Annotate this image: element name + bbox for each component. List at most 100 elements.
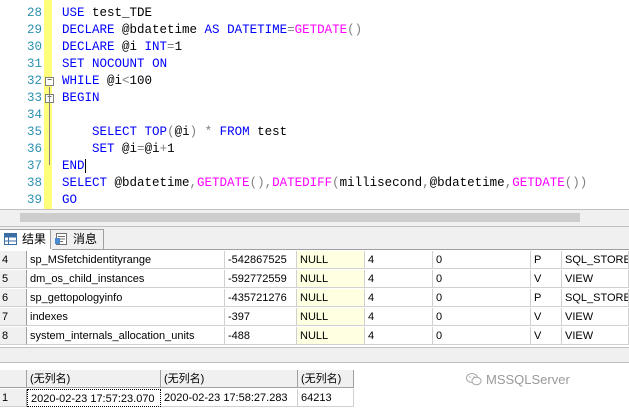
tab-results[interactable]: 结果	[0, 229, 54, 250]
code-line[interactable]: 39 GO	[0, 192, 629, 209]
object-id-cell[interactable]: -542867525	[225, 251, 297, 269]
column-header[interactable]: (无列名)	[27, 370, 161, 388]
code-text: DECLARE @i INT=1	[62, 40, 183, 54]
tab-messages-label: 消息	[73, 232, 98, 246]
line-number: 29	[26, 23, 42, 37]
line-number: 34	[26, 108, 42, 122]
object-id-cell[interactable]: -435721276	[225, 289, 297, 307]
code-line[interactable]: 34	[0, 107, 629, 124]
code-line[interactable]: 32− WHILE @i<100	[0, 73, 629, 90]
type-desc-cell[interactable]: SQL_STORE	[562, 251, 629, 269]
line-number: 35	[26, 125, 42, 139]
code-text: END	[62, 158, 86, 173]
code-line[interactable]: 33−BEGIN	[0, 90, 629, 107]
duration-cell[interactable]: 64213	[298, 389, 354, 407]
line-number: 33	[26, 91, 42, 105]
message-icon	[55, 233, 67, 245]
row-header[interactable]: 4	[0, 251, 27, 269]
type-cell[interactable]: V	[531, 270, 562, 288]
column-header[interactable]: (无列名)	[298, 370, 354, 388]
value-cell[interactable]: 0	[433, 270, 531, 288]
type-desc-cell[interactable]: VIEW	[562, 327, 629, 345]
value-cell[interactable]: 4	[365, 308, 433, 326]
code-line[interactable]: 35 SELECT TOP(@i) * FROM test	[0, 124, 629, 141]
row-header[interactable]: 6	[0, 289, 27, 307]
type-desc-cell[interactable]: VIEW	[562, 308, 629, 326]
table-row[interactable]: 7 indexes -397 NULL 4 0 V VIEW	[0, 308, 629, 327]
type-cell[interactable]: P	[531, 251, 562, 269]
row-header[interactable]: 1	[0, 389, 27, 407]
fold-toggle-icon[interactable]: −	[45, 77, 54, 86]
line-number: 38	[26, 176, 42, 190]
datetime-cell[interactable]: 2020-02-23 17:58:27.283	[161, 389, 298, 407]
value-cell[interactable]: 4	[365, 251, 433, 269]
value-cell[interactable]: 4	[365, 327, 433, 345]
name-cell[interactable]: system_internals_allocation_units	[27, 327, 225, 345]
grid-icon	[4, 233, 17, 245]
line-number: 31	[26, 57, 42, 71]
table-row[interactable]: 6 sp_gettopologyinfo -435721276 NULL 4 0 P SQL_…	[0, 289, 629, 308]
name-cell[interactable]: sp_MSfetchidentityrange	[27, 251, 225, 269]
code-text: USE test_TDE	[62, 6, 153, 20]
code-text: SET @i=@i+1	[92, 142, 175, 156]
corner-header[interactable]	[0, 370, 27, 388]
name-cell[interactable]: sp_gettopologyinfo	[27, 289, 225, 307]
fold-guide-line	[49, 87, 50, 165]
type-cell[interactable]: V	[531, 327, 562, 345]
line-number: 39	[26, 193, 42, 207]
code-line[interactable]: 29 DECLARE @bdatetime AS DATETIME=GETDATE…	[0, 22, 629, 39]
code-text: SELECT @bdatetime,GETDATE(),DATEDIFF(mil…	[62, 176, 588, 190]
code-line[interactable]: 31 SET NOCOUNT ON	[0, 56, 629, 73]
type-desc-cell[interactable]: SQL_STORE	[562, 289, 629, 307]
grid-horizontal-scrollbar[interactable]	[0, 347, 629, 363]
editor-horizontal-scrollbar[interactable]	[0, 209, 629, 227]
code-line[interactable]: 38 SELECT @bdatetime,GETDATE(),DATEDIFF(m…	[0, 175, 629, 192]
wechat-icon	[466, 373, 482, 386]
value-cell[interactable]: 0	[433, 289, 531, 307]
object-id-cell[interactable]: -397	[225, 308, 297, 326]
name-cell[interactable]: dm_os_child_instances	[27, 270, 225, 288]
value-cell[interactable]: 0	[433, 327, 531, 345]
type-desc-cell[interactable]: VIEW	[562, 270, 629, 288]
datetime-cell[interactable]: 2020-02-23 17:57:23.070	[27, 389, 161, 407]
null-cell[interactable]: NULL	[297, 308, 365, 326]
code-text: SET NOCOUNT ON	[62, 57, 168, 71]
null-cell[interactable]: NULL	[297, 327, 365, 345]
null-cell[interactable]: NULL	[297, 251, 365, 269]
code-line[interactable]: 28 USE test_TDE	[0, 5, 629, 22]
type-cell[interactable]: V	[531, 308, 562, 326]
name-cell[interactable]: indexes	[27, 308, 225, 326]
result-grid-1[interactable]: 4 sp_MSfetchidentityrange -542867525 NULL 4 0…	[0, 251, 629, 346]
object-id-cell[interactable]: -592772559	[225, 270, 297, 288]
code-text: DECLARE @bdatetime AS DATETIME=GETDATE()	[62, 23, 363, 37]
row-header[interactable]: 7	[0, 308, 27, 326]
tab-messages[interactable]: 消息	[50, 229, 105, 249]
table-row[interactable]: 8 system_internals_allocation_units -488 NU…	[0, 327, 629, 346]
code-line[interactable]: 30 DECLARE @i INT=1	[0, 39, 629, 56]
text-cursor	[84, 158, 86, 173]
object-id-cell[interactable]: -488	[225, 327, 297, 345]
code-line[interactable]: 37 END	[0, 158, 629, 175]
code-text: GO	[62, 193, 78, 207]
line-number: 36	[26, 142, 42, 156]
table-row[interactable]: 1 2020-02-23 17:57:23.070 2020-02-23 17:…	[0, 389, 629, 408]
table-row[interactable]: 5 dm_os_child_instances -592772559 NULL 4 0 V V…	[0, 270, 629, 289]
null-cell[interactable]: NULL	[297, 289, 365, 307]
null-cell[interactable]: NULL	[297, 270, 365, 288]
table-row[interactable]: 4 sp_MSfetchidentityrange -542867525 NULL 4 0…	[0, 251, 629, 270]
line-number: 37	[26, 159, 42, 173]
row-header[interactable]: 5	[0, 270, 27, 288]
value-cell[interactable]: 0	[433, 308, 531, 326]
value-cell[interactable]: 4	[365, 289, 433, 307]
code-line[interactable]: 36 SET @i=@i+1	[0, 141, 629, 158]
value-cell[interactable]: 4	[365, 270, 433, 288]
type-cell[interactable]: P	[531, 289, 562, 307]
tab-results-label: 结果	[22, 232, 47, 246]
query-editor[interactable]: 28 USE test_TDE 29 DECLARE @bdatetime AS DA…	[0, 0, 629, 209]
row-header[interactable]: 8	[0, 327, 27, 345]
column-header[interactable]: (无列名)	[161, 370, 298, 388]
value-cell[interactable]: 0	[433, 251, 531, 269]
watermark-text: MSSQLServer	[486, 372, 570, 387]
scrollbar-thumb[interactable]	[20, 213, 580, 222]
line-number: 30	[26, 40, 42, 54]
